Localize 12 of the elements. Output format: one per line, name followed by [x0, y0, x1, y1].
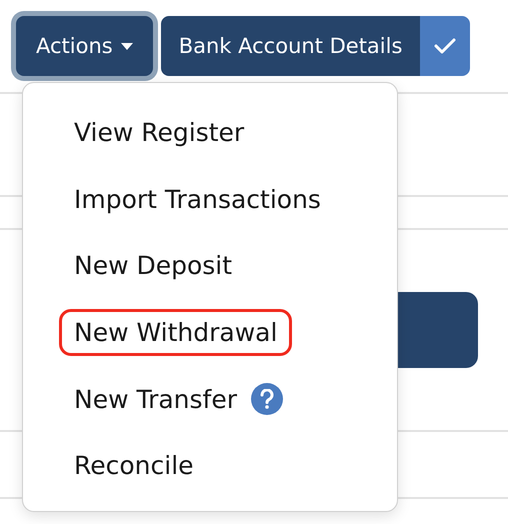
menu-item[interactable]: New Withdrawal	[59, 308, 292, 356]
menu-item[interactable]: New Deposit	[59, 242, 248, 290]
bank-account-details-button[interactable]: Bank Account Details	[160, 16, 420, 76]
caret-icon	[120, 42, 133, 50]
check-button[interactable]	[420, 16, 470, 76]
menu-item[interactable]: New Transfer	[59, 374, 298, 424]
menu-item[interactable]: Import Transactions	[59, 176, 336, 222]
actions-button[interactable]: Actions	[16, 16, 153, 76]
help-icon[interactable]	[251, 383, 284, 416]
menu-item[interactable]: Reconcile	[59, 442, 209, 490]
check-icon	[434, 37, 456, 55]
menu-item[interactable]: View Register	[59, 108, 260, 156]
